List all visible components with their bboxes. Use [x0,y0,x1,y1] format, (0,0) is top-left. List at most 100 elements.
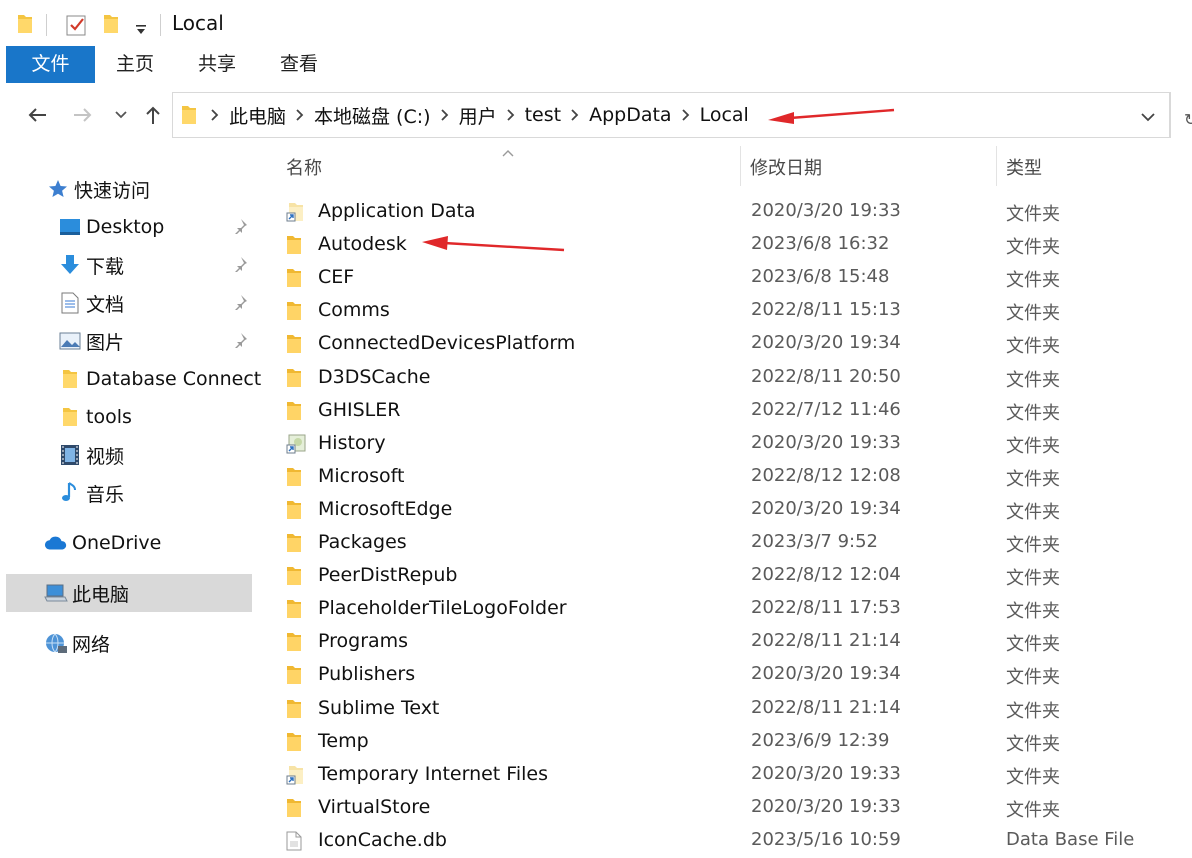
file-name[interactable]: Comms [318,299,390,321]
table-row[interactable]: MicrosoftEdge 2020/3/20 19:34 文件夹 [280,494,1180,527]
breadcrumb-users[interactable]: 用户 [459,102,497,129]
table-row[interactable]: D3DSCache 2022/8/11 20:50 文件夹 [280,362,1180,395]
pin-icon[interactable] [232,218,248,238]
file-name[interactable]: VirtualStore [318,796,430,818]
breadcrumb-chevron-icon[interactable] [440,109,449,121]
sidebar-label: 网络 [72,633,111,656]
sidebar-item-this-pc[interactable]: 此电脑 [44,574,129,612]
table-row[interactable]: Comms 2022/8/11 15:13 文件夹 [280,295,1180,328]
table-row[interactable]: History 2020/3/20 19:33 文件夹 [280,428,1180,461]
breadcrumb-chevron-icon[interactable] [571,109,579,121]
table-row[interactable]: PlaceholderTileLogoFolder 2022/8/11 17:53… [280,593,1180,626]
sidebar-item-downloads[interactable]: 下载 [58,246,124,284]
file-name[interactable]: Temporary Internet Files [318,763,548,785]
file-name[interactable]: History [318,432,386,454]
folder-icon [286,699,302,723]
file-name[interactable]: Application Data [318,200,476,222]
tab-file[interactable]: 文件 [6,46,95,83]
customize-dropdown-icon[interactable] [135,20,147,39]
tab-home[interactable]: 主页 [106,46,164,83]
file-name[interactable]: Microsoft [318,465,404,487]
table-row[interactable]: Packages 2023/3/7 9:52 文件夹 [280,527,1180,560]
column-divider[interactable] [740,146,741,186]
sidebar-item-database-connect[interactable]: Database Connect [58,360,261,398]
file-name[interactable]: PeerDistRepub [318,564,457,586]
sidebar-item-videos[interactable]: 视频 [58,436,124,474]
column-header-name[interactable]: 名称 [286,154,322,180]
ribbon-tabs: 文件 主页 共享 查看 [0,46,1192,85]
breadcrumb-chevron-icon[interactable] [506,109,515,121]
pin-icon[interactable] [232,294,248,314]
sidebar-item-desktop[interactable]: Desktop [58,208,164,246]
table-row[interactable]: Publishers 2020/3/20 19:34 文件夹 [280,659,1180,692]
table-row[interactable]: IconCache.db 2023/5/16 10:59 Data Base Fil… [280,825,1180,858]
file-name[interactable]: Publishers [318,663,415,685]
breadcrumb-appdata[interactable]: AppData [589,104,672,126]
column-divider[interactable] [996,146,997,186]
tab-share[interactable]: 共享 [188,46,246,83]
breadcrumb-chevron-icon[interactable] [296,109,304,121]
table-row[interactable]: Microsoft 2022/8/12 12:08 文件夹 [280,461,1180,494]
file-modified-date: 2022/7/12 11:46 [751,398,901,420]
table-row[interactable]: PeerDistRepub 2022/8/12 12:04 文件夹 [280,560,1180,593]
table-row[interactable]: Sublime Text 2022/8/11 21:14 文件夹 [280,693,1180,726]
file-name[interactable]: CEF [318,266,354,288]
file-name[interactable]: Sublime Text [318,697,439,719]
breadcrumb-local-disk[interactable]: 本地磁盘 (C:) [314,102,431,129]
sidebar-item-documents[interactable]: 文档 [58,284,124,322]
file-type: 文件夹 [1006,369,1060,391]
folder-icon [286,798,302,822]
file-name[interactable]: GHISLER [318,399,400,421]
folder-icon [286,268,302,292]
table-row[interactable]: GHISLER 2022/7/12 11:46 文件夹 [280,395,1180,428]
file-type: 文件夹 [1006,468,1060,490]
properties-checkbox-icon[interactable] [66,13,88,41]
sidebar-item-music[interactable]: 音乐 [58,474,124,512]
new-folder-icon[interactable] [102,14,120,38]
table-row[interactable]: CEF 2023/6/8 15:48 文件夹 [280,262,1180,295]
sidebar-item-tools[interactable]: tools [58,398,132,436]
sidebar-quick-access[interactable]: 快速访问 [46,170,150,208]
table-row[interactable]: VirtualStore 2020/3/20 19:33 文件夹 [280,792,1180,825]
up-arrow-icon[interactable] [140,102,166,128]
pin-icon[interactable] [232,256,248,276]
table-row[interactable]: Programs 2022/8/11 21:14 文件夹 [280,626,1180,659]
folder-icon [16,14,34,38]
forward-arrow-icon[interactable] [70,102,96,128]
file-name[interactable]: D3DSCache [318,366,431,388]
column-header-type[interactable]: 类型 [1006,154,1042,180]
pin-icon[interactable] [232,332,248,352]
file-name[interactable]: MicrosoftEdge [318,498,452,520]
folder-icon [286,467,302,491]
breadcrumb-test[interactable]: test [525,104,562,126]
sidebar-item-onedrive[interactable]: OneDrive [44,524,161,562]
breadcrumb-chevron-icon[interactable] [681,109,690,121]
folder-icon [286,632,302,656]
table-row[interactable]: ConnectedDevicesPlatform 2020/3/20 19:34 文… [280,328,1180,361]
file-name[interactable]: Temp [318,730,369,752]
file-icon [286,831,302,855]
refresh-icon[interactable]: ↻ [1184,110,1192,129]
file-name[interactable]: Autodesk [318,233,407,255]
address-history-chevron-icon[interactable] [1141,107,1155,126]
table-row[interactable]: Temp 2023/6/9 12:39 文件夹 [280,726,1180,759]
breadcrumb-chevron-icon[interactable] [211,109,219,121]
file-name[interactable]: Programs [318,630,408,652]
file-name[interactable]: PlaceholderTileLogoFolder [318,597,567,619]
sidebar-item-network[interactable]: 网络 [44,624,110,662]
address-bar[interactable]: 此电脑 本地磁盘 (C:) 用户 test AppData Local [172,92,1170,138]
column-header-modified[interactable]: 修改日期 [750,154,822,180]
recent-locations-chevron-icon[interactable] [108,102,134,128]
table-row[interactable]: Autodesk 2023/6/8 16:32 文件夹 [280,229,1180,262]
breadcrumb-local[interactable]: Local [700,104,749,126]
breadcrumb-this-pc[interactable]: 此电脑 [229,102,286,129]
table-row[interactable]: Temporary Internet Files 2020/3/20 19:33 文… [280,759,1180,792]
sidebar-item-pictures[interactable]: 图片 [58,322,124,360]
file-name[interactable]: Packages [318,531,407,553]
file-name[interactable]: IconCache.db [318,829,447,851]
tab-view[interactable]: 查看 [270,46,328,83]
back-arrow-icon[interactable] [24,102,50,128]
file-name[interactable]: ConnectedDevicesPlatform [318,332,575,354]
table-row[interactable]: Application Data 2020/3/20 19:33 文件夹 [280,196,1180,229]
title-bar: Local [0,0,1192,46]
